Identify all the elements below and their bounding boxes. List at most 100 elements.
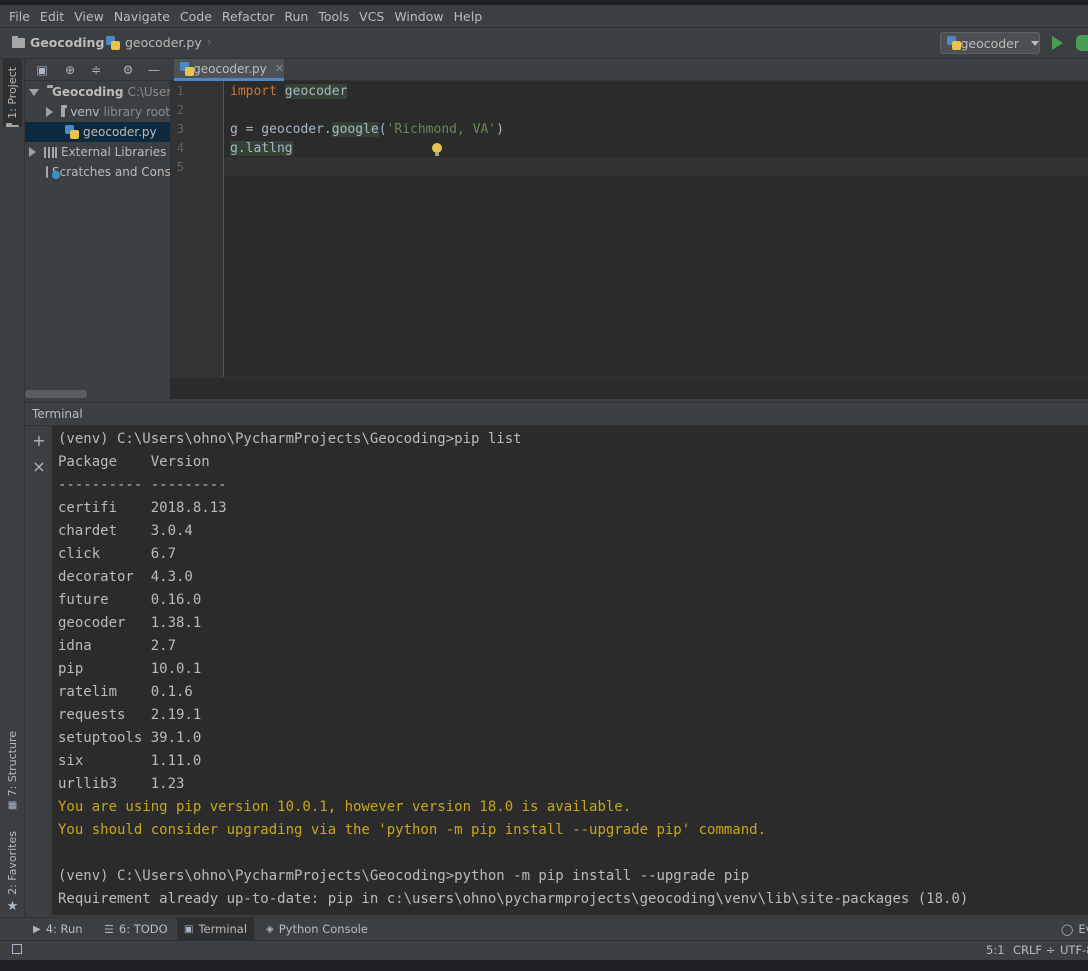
tree-item-label: External Libraries (61, 145, 167, 159)
tool-tab-python-console[interactable]: ◈ Python Console (259, 918, 375, 940)
menu-refactor[interactable]: Refactor (217, 9, 279, 24)
list-icon: ☰ (104, 922, 114, 936)
menu-vcs[interactable]: VCS (354, 9, 389, 24)
folder-icon (6, 122, 19, 127)
tool-tab-run-label: 4: Run (45, 922, 83, 936)
new-session-icon[interactable]: + (32, 433, 46, 449)
close-icon[interactable]: ✕ (275, 62, 284, 75)
tree-item-scratches[interactable]: Scratches and Conso (25, 162, 170, 182)
python-run-config-icon (947, 36, 962, 50)
menu-navigate[interactable]: Navigate (109, 9, 175, 24)
line-number: 2 (176, 103, 184, 117)
tree-item-project-root[interactable]: Geocoding C:\User (25, 82, 170, 102)
bottom-tool-window-bar: ▶ 4: Run ☰ 6: TODO ▣ Terminal ◈ Python C… (0, 917, 1088, 940)
chevron-down-icon (1031, 40, 1039, 46)
hide-icon[interactable]: — (147, 63, 161, 77)
menu-bar: File Edit View Navigate Code Refactor Ru… (0, 5, 1088, 27)
tree-item-venv[interactable]: venv library root (25, 102, 170, 122)
tree-item-label: Geocoding (52, 85, 124, 99)
line-number: 4 (176, 141, 184, 155)
tool-tab-terminal[interactable]: ▣ Terminal (177, 918, 255, 940)
terminal-output[interactable]: (venv) C:\Users\ohno\PycharmProjects\Geo… (52, 426, 1088, 915)
terminal-line: geocoder 1.38.1 (58, 615, 202, 631)
project-view-icon[interactable]: ▣ (35, 63, 49, 77)
menu-file[interactable]: File (4, 9, 35, 24)
star-icon: ★ (6, 898, 19, 914)
python-file-icon (65, 125, 79, 139)
tree-item-geocoder-py[interactable]: geocoder.py (25, 122, 170, 142)
code-function: google (331, 122, 379, 137)
editor-horizontal-scroll-area (170, 377, 1088, 399)
terminal-warning-line: You should consider upgrading via the 'p… (58, 822, 767, 838)
menu-code[interactable]: Code (175, 9, 217, 24)
terminal-line: six 1.11.0 (58, 753, 202, 769)
terminal-line: (venv) C:\Users\ohno\PycharmProjects\Geo… (58, 868, 750, 884)
terminal-line: chardet 3.0.4 (58, 523, 193, 539)
code-text: ) (496, 122, 504, 137)
tool-tab-event-log[interactable]: ◯ Ev (1054, 918, 1088, 940)
terminal-side-toolbar: + × (25, 426, 52, 915)
tool-tab-structure-label: 7: Structure (6, 731, 19, 797)
terminal-line: pip 10.0.1 (58, 661, 202, 677)
debug-icon[interactable] (1076, 35, 1088, 51)
line-number: 1 (176, 84, 184, 98)
tree-item-label: geocoder.py (83, 125, 157, 139)
horizontal-scrollbar[interactable] (25, 390, 87, 398)
breadcrumb-project-label: Geocoding (30, 35, 105, 50)
file-encoding[interactable]: UTF-8 (1060, 943, 1088, 957)
breadcrumb-file-label: geocoder.py (125, 35, 202, 50)
tree-item-label: Scratches and Conso (52, 165, 170, 179)
tool-tab-project[interactable]: 1: Project (3, 59, 22, 127)
terminal-line: future 0.16.0 (58, 592, 202, 608)
collapse-all-icon[interactable]: ≑ (89, 63, 103, 77)
toggle-tool-windows-icon[interactable] (12, 944, 22, 954)
caret-position[interactable]: 5:1 (986, 943, 1005, 957)
tool-tab-structure[interactable]: 7: Structure ▦ (3, 731, 22, 811)
python-file-icon (106, 35, 120, 50)
menu-help[interactable]: Help (449, 9, 488, 24)
tool-tab-todo[interactable]: ☰ 6: TODO (97, 918, 175, 940)
run-icon[interactable] (1052, 36, 1063, 50)
breadcrumb-file[interactable]: geocoder.py › (106, 35, 212, 50)
terminal-line: certifi 2018.8.13 (58, 500, 227, 516)
menu-view[interactable]: View (69, 9, 109, 24)
line-separator[interactable]: CRLF ÷ (1013, 943, 1055, 957)
terminal-line: urllib3 1.23 (58, 776, 185, 792)
expanded-arrow-icon (29, 88, 39, 96)
breadcrumb-project[interactable]: Geocoding › (12, 35, 115, 50)
collapsed-arrow-icon (46, 107, 53, 117)
tool-tab-run[interactable]: ▶ 4: Run (26, 918, 90, 940)
terminal-line: Requirement already up-to-date: pip in c… (58, 891, 969, 907)
code-line-1: import geocoder (230, 82, 348, 101)
left-tool-window-bar: 1: Project 7: Structure ▦ 2: Favorites ★ (0, 59, 25, 940)
menu-run[interactable]: Run (279, 9, 313, 24)
menu-window[interactable]: Window (389, 9, 448, 24)
breadcrumb-separator: › (206, 35, 212, 50)
terminal-line: ratelim 0.1.6 (58, 684, 193, 700)
terminal-line: decorator 4.3.0 (58, 569, 193, 585)
editor-tab-label: geocoder.py (193, 61, 267, 76)
gear-icon[interactable]: ⚙ (121, 63, 135, 77)
python-file-icon (180, 61, 195, 76)
locate-icon[interactable]: ⊕ (63, 63, 77, 77)
terminal-line: idna 2.7 (58, 638, 177, 654)
terminal-title: Terminal (32, 407, 83, 421)
navigation-bar: Geocoding › geocoder.py › geocoder (0, 27, 1088, 59)
folder-icon (12, 35, 25, 48)
terminal-icon: ▣ (184, 923, 194, 935)
editor-tab-geocoder-py[interactable]: geocoder.py ✕ (174, 59, 284, 81)
scratches-icon (46, 166, 60, 179)
project-tool-window: ▣ ⊕ ≑ ⚙ — Geocoding C:\User venv library… (25, 59, 170, 399)
tool-tab-favorites[interactable]: 2: Favorites ★ (3, 831, 22, 914)
menu-tools[interactable]: Tools (313, 9, 354, 24)
tool-tab-terminal-label: Terminal (198, 922, 248, 936)
run-configuration-select[interactable]: geocoder (940, 32, 1040, 54)
tree-item-external-libraries[interactable]: External Libraries (25, 142, 170, 162)
editor-tab-bar: geocoder.py ✕ (170, 59, 1088, 81)
tree-item-path: C:\User (127, 85, 170, 99)
lightbulb-icon[interactable] (432, 143, 442, 156)
line-number-gutter: 1 2 3 4 5 (170, 81, 224, 377)
close-session-icon[interactable]: × (32, 459, 46, 475)
code-editor[interactable]: import geocoder g = geocoder.google('Ric… (224, 81, 1088, 377)
menu-edit[interactable]: Edit (35, 9, 69, 24)
